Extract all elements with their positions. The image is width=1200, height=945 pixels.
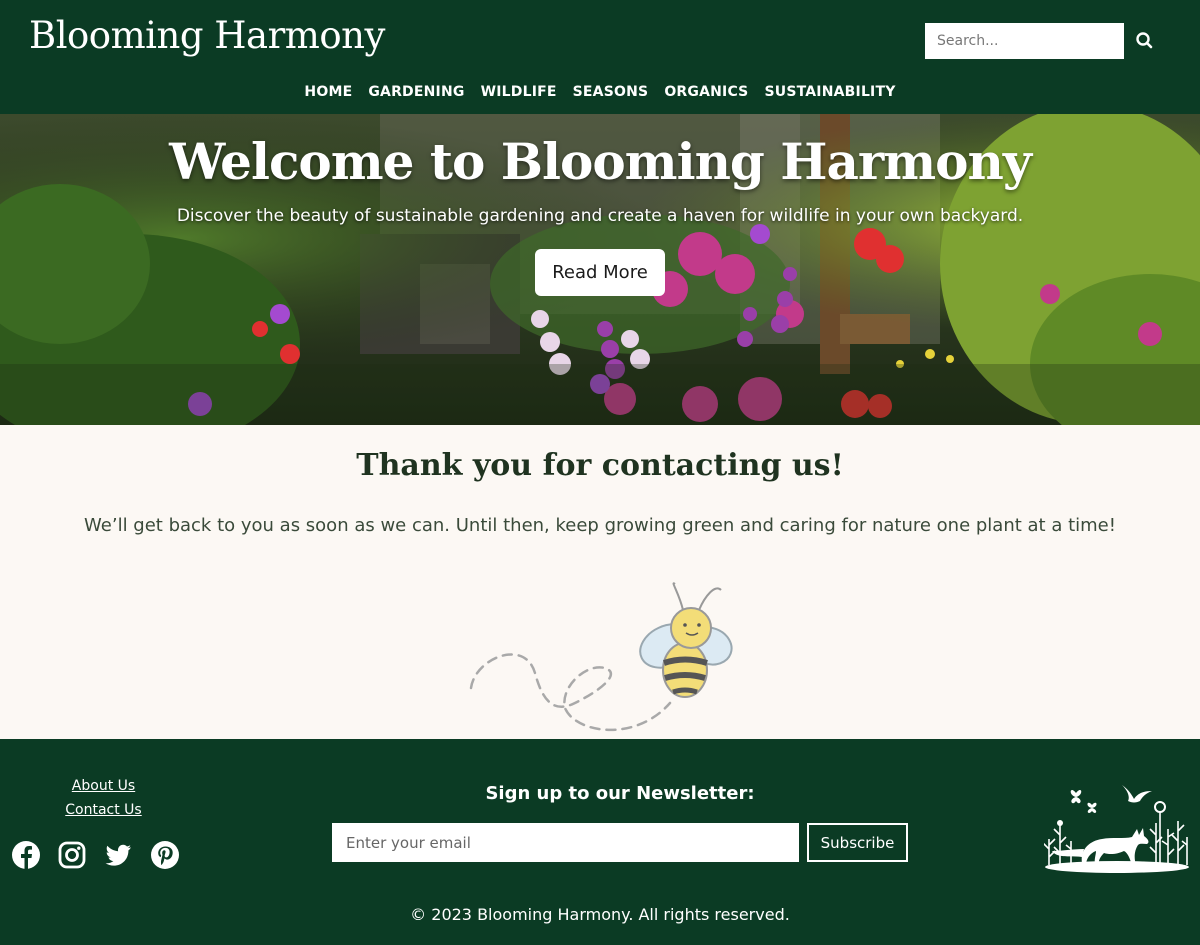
copyright-text: © 2023 Blooming Harmony. All rights rese… [410, 905, 790, 924]
facebook-icon [12, 841, 40, 869]
nav-organics[interactable]: ORGANICS [664, 84, 748, 100]
search-input[interactable] [925, 23, 1124, 59]
nav-seasons[interactable]: SEASONS [573, 84, 649, 100]
nav-sustainability[interactable]: SUSTAINABILITY [764, 84, 895, 100]
site-logo[interactable]: Blooming Harmony [29, 14, 385, 57]
twitter-link[interactable] [103, 840, 133, 870]
facebook-link[interactable] [11, 840, 41, 870]
twitter-icon [105, 844, 131, 866]
search-icon [1136, 32, 1153, 49]
site-header: Blooming Harmony HOME GARDENING WILDLIFE… [0, 0, 1200, 114]
thank-you-message: We’ll get back to you as soon as we can.… [84, 515, 1116, 536]
contact-us-link[interactable]: Contact Us [0, 802, 207, 818]
pinterest-icon [151, 841, 179, 869]
fox-wildlife-illustration [1044, 785, 1189, 873]
bee-illustration [469, 582, 733, 732]
search-button[interactable] [1130, 26, 1160, 56]
instagram-link[interactable] [57, 840, 87, 870]
subscribe-button[interactable]: Subscribe [807, 823, 908, 862]
thank-you-title: Thank you for contacting us! [356, 448, 844, 483]
hero-subtitle: Discover the beauty of sustainable garde… [176, 206, 1024, 226]
hero-banner: Welcome to Blooming Harmony Discover the… [0, 114, 1200, 425]
main-nav: HOME GARDENING WILDLIFE SEASONS ORGANICS… [0, 84, 1200, 100]
hero-title: Welcome to Blooming Harmony [169, 132, 1032, 191]
read-more-button[interactable]: Read More [535, 249, 665, 296]
newsletter-email-input[interactable] [332, 823, 799, 862]
about-us-link[interactable]: About Us [0, 778, 207, 794]
pinterest-link[interactable] [150, 840, 180, 870]
nav-gardening[interactable]: GARDENING [368, 84, 464, 100]
nav-wildlife[interactable]: WILDLIFE [481, 84, 557, 100]
instagram-icon [58, 841, 86, 869]
newsletter-title: Sign up to our Newsletter: [485, 783, 755, 804]
site-footer: About Us Contact Us Sign up to our Newsl… [0, 739, 1200, 945]
nav-home[interactable]: HOME [304, 84, 352, 100]
